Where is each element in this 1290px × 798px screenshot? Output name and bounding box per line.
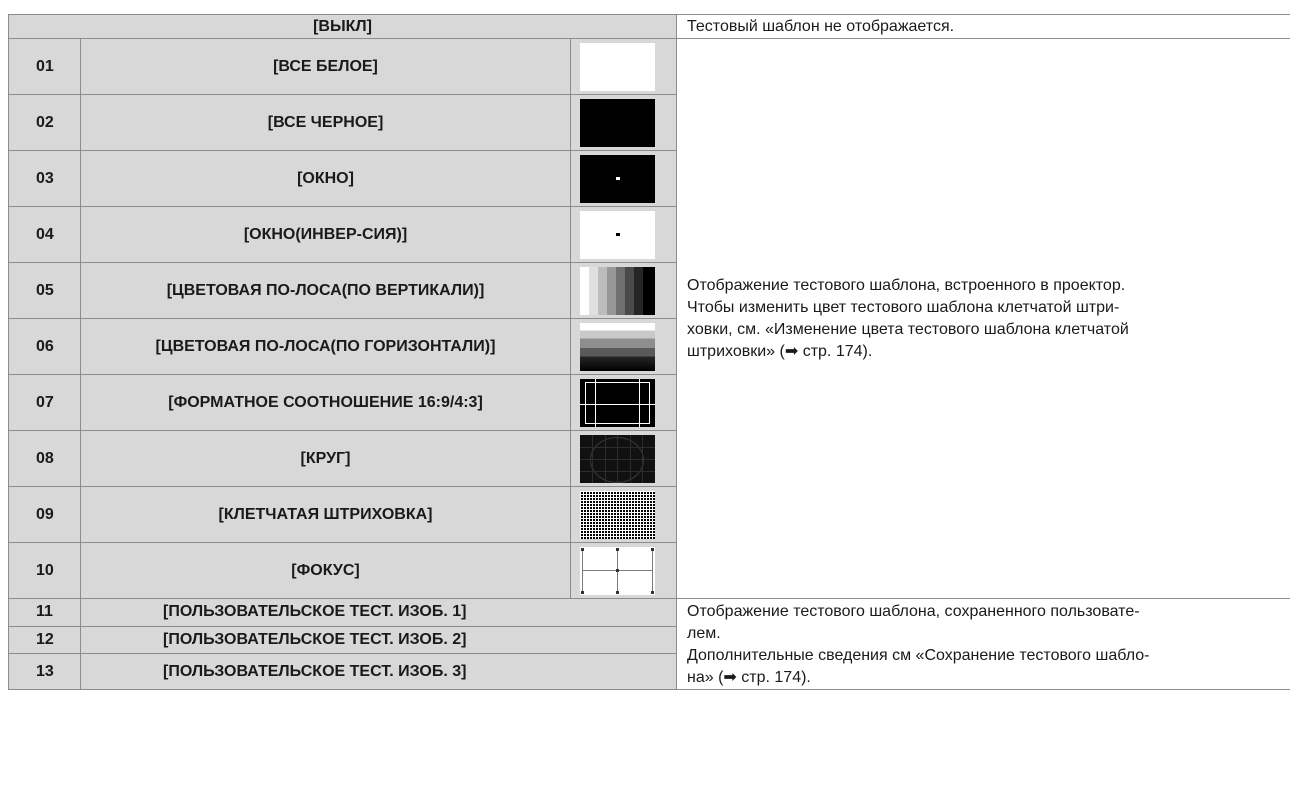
pattern-number: 11	[8, 598, 81, 627]
pattern-number: 02	[8, 94, 81, 151]
aspect-frame-pattern-thumbnail	[580, 378, 655, 427]
pattern-name: [ВСЕ ЧЕРНОЕ]	[80, 94, 571, 151]
pattern-number: 09	[8, 486, 81, 543]
pattern-name: [ОКНО]	[80, 150, 571, 207]
pattern-number: 08	[8, 430, 81, 487]
pattern-number: 04	[8, 206, 81, 263]
pattern-name: [ПОЛЬЗОВАТЕЛЬСКОЕ ТЕСТ. ИЗОБ. 2]	[79, 625, 678, 655]
pattern-name: [ПОЛЬЗОВАТЕЛЬСКОЕ ТЕСТ. ИЗОБ. 1]	[79, 598, 678, 627]
pattern-number: 07	[8, 374, 81, 431]
cross-hatch-pattern-thumbnail	[580, 490, 655, 539]
pattern-name: [ФОКУС]	[80, 542, 571, 599]
pattern-name: [ВСЕ БЕЛОЕ]	[80, 38, 571, 95]
table-row: 11 [ПОЛЬЗОВАТЕЛЬСКОЕ ТЕСТ. ИЗОБ. 1] Отоб…	[8, 598, 1290, 690]
description-line: Дополнительные сведения см «Сохранение т…	[687, 647, 1150, 664]
builtin-pattern-description: Отображение тестового шаблона, встроенно…	[676, 38, 1290, 599]
all-white-pattern-thumbnail	[580, 42, 655, 91]
focus-pattern-thumbnail	[580, 546, 655, 595]
pattern-number: 01	[8, 38, 81, 95]
pattern-name: [ПОЛЬЗОВАТЕЛЬСКОЕ ТЕСТ. ИЗОБ. 3]	[79, 653, 678, 690]
description-line: Отображение тестового шаблона, встроенно…	[687, 276, 1126, 294]
pattern-name: [ЦВЕТОВАЯ ПО-ЛОСА(ПО ГОРИЗОНТАЛИ)]	[80, 318, 571, 375]
description-line: на» (➡ стр. 174).	[687, 669, 811, 686]
off-option-description: Тестовый шаблон не отображается.	[676, 14, 1290, 39]
table-row: 01 [ВСЕ БЕЛОЕ] Отображение тестового шаб…	[8, 38, 1290, 599]
test-pattern-table: [ВЫКЛ] Тестовый шаблон не отображается. …	[7, 14, 1290, 690]
pattern-name: [ОКНО(ИНВЕР-СИЯ)]	[80, 206, 571, 263]
vertical-color-bar-pattern-thumbnail	[580, 266, 655, 315]
all-black-pattern-thumbnail	[580, 98, 655, 147]
pattern-number: 13	[8, 653, 81, 690]
pattern-name: [ЦВЕТОВАЯ ПО-ЛОСА(ПО ВЕРТИКАЛИ)]	[80, 262, 571, 319]
pattern-number: 06	[8, 318, 81, 375]
description-line: лем.	[687, 625, 721, 642]
description-line: штриховки» (➡ стр. 174).	[687, 342, 873, 360]
circle-pattern-thumbnail	[580, 434, 655, 483]
description-line: Отображение тестового шаблона, сохраненн…	[687, 603, 1140, 620]
pattern-number: 05	[8, 262, 81, 319]
pattern-name: [ФОРМАТНОЕ СООТНОШЕНИЕ 16:9/4:3]	[80, 374, 571, 431]
pattern-number: 12	[8, 625, 81, 655]
pattern-number: 10	[8, 542, 81, 599]
description-line: ховки, см. «Изменение цвета тестового ша…	[687, 320, 1129, 338]
horizontal-color-bar-pattern-thumbnail	[580, 322, 655, 371]
off-option-label: [ВЫКЛ]	[7, 14, 678, 39]
pattern-number: 03	[8, 150, 81, 207]
table-row-off: [ВЫКЛ] Тестовый шаблон не отображается.	[7, 14, 1290, 39]
window-pattern-thumbnail	[580, 154, 655, 203]
pattern-name: [КЛЕТЧАТАЯ ШТРИХОВКА]	[80, 486, 571, 543]
description-line: Чтобы изменить цвет тестового шаблона кл…	[687, 298, 1120, 316]
pattern-name: [КРУГ]	[80, 430, 571, 487]
user-pattern-description: Отображение тестового шаблона, сохраненн…	[676, 598, 1290, 690]
window-inverse-pattern-thumbnail	[580, 210, 655, 259]
